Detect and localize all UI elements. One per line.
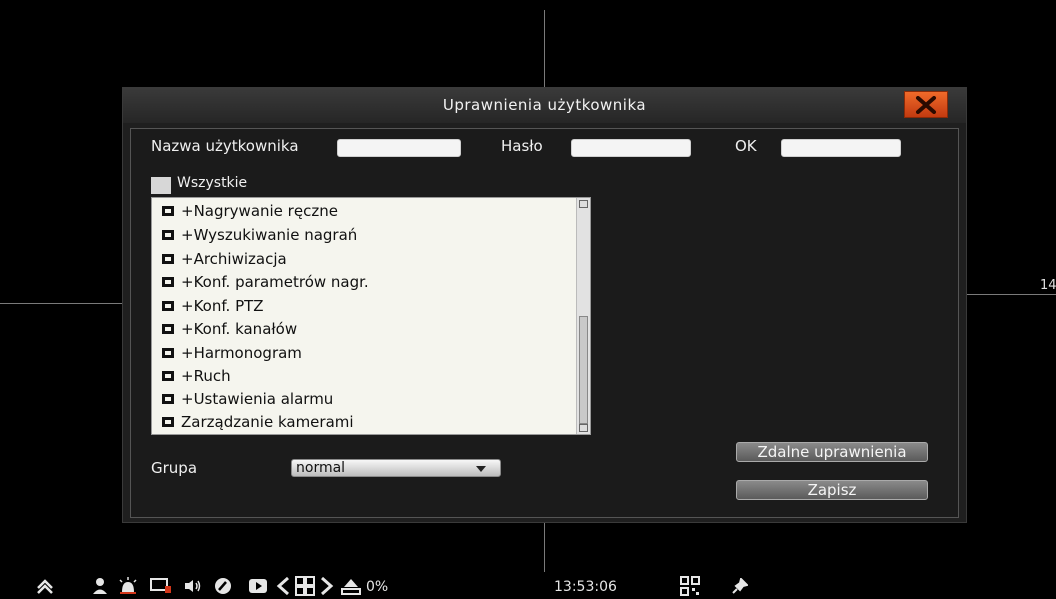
permission-label: +Harmonogram [181,344,302,362]
remote-permissions-button[interactable]: Zdalne uprawnienia [736,442,928,462]
group-select[interactable]: normal [291,459,501,477]
username-input[interactable] [337,139,461,157]
list-item[interactable]: +Ruch [162,367,231,385]
checkbox-icon[interactable] [162,348,174,358]
confirm-password-input[interactable] [781,139,901,157]
clock: 13:53:06 [554,579,617,595]
home-icon[interactable] [36,578,54,594]
permissions-list[interactable]: +Nagrywanie ręczne +Wyszukiwanie nagrań … [151,197,591,435]
confirm-label: OK [735,137,757,155]
checkbox-icon[interactable] [162,301,174,311]
permission-label: +Konf. parametrów nagr. [181,273,369,291]
checkbox-icon[interactable] [162,417,174,427]
close-icon [916,95,936,114]
user-permissions-dialog: Uprawnienia użytkownika Nazwa użytkownik… [122,87,967,523]
list-item[interactable]: +Konf. kanałów [162,320,297,338]
pin-icon[interactable] [732,578,748,594]
list-item[interactable]: +Nagrywanie ręczne [162,202,338,220]
list-item[interactable]: Zarządzanie kamerami [162,413,354,431]
scroll-thumb[interactable] [579,316,588,424]
close-button[interactable] [904,91,948,118]
password-label: Hasło [501,137,543,155]
checkbox-icon[interactable] [162,394,174,404]
volume-icon[interactable] [184,579,202,593]
pencil-icon[interactable] [214,577,232,595]
list-item[interactable]: +Harmonogram [162,344,302,362]
channel-label-14: 14 [1040,278,1056,293]
list-item[interactable]: +Wyszukiwanie nagrań [162,226,357,244]
permission-label: +Konf. kanałów [181,320,298,338]
select-all-checkbox[interactable] [151,177,171,194]
group-select-value: normal [296,460,346,476]
dialog-titlebar: Uprawnienia użytkownika [123,88,966,123]
checkbox-icon[interactable] [162,324,174,334]
checkbox-icon[interactable] [162,206,174,216]
select-all-label: Wszystkie [177,175,248,191]
alarm-icon[interactable] [118,577,138,595]
scroll-up-icon[interactable] [579,200,588,208]
chevron-down-icon [476,466,486,472]
qr-code-icon[interactable] [680,576,700,596]
checkbox-icon[interactable] [162,230,174,240]
permission-label: +Konf. PTZ [181,297,264,315]
list-scrollbar[interactable] [576,198,590,434]
disk-usage-percent: 0% [366,579,389,595]
permission-label: +Archiwizacja [181,250,287,268]
username-label: Nazwa użytkownika [151,137,299,155]
checkbox-icon[interactable] [162,277,174,287]
scroll-down-icon[interactable] [579,424,588,432]
layout-grid-icon[interactable] [295,576,315,596]
permission-label: +Ruch [181,367,231,385]
playback-icon[interactable] [248,578,268,594]
list-item[interactable]: +Archiwizacja [162,250,287,268]
taskbar: 0% 13:53:06 [0,572,1056,599]
prev-icon[interactable] [276,576,290,596]
password-input[interactable] [571,139,691,157]
dialog-body: Nazwa użytkownika Hasło OK Wszystkie +Na… [130,128,959,518]
grid-divider-left [0,303,130,304]
permission-label: +Nagrywanie ręczne [181,202,338,220]
permission-label: Zarządzanie kamerami [181,413,354,431]
eject-icon[interactable] [340,577,362,595]
save-button[interactable]: Zapisz [736,480,928,500]
user-icon[interactable] [92,577,108,595]
dialog-title: Uprawnienia użytkownika [442,96,647,114]
checkbox-icon[interactable] [162,254,174,264]
permission-label: +Ustawienia alarmu [181,390,334,408]
list-item[interactable]: +Konf. PTZ [162,297,264,315]
checkbox-icon[interactable] [162,371,174,381]
group-label: Grupa [151,459,198,477]
list-item[interactable]: +Konf. parametrów nagr. [162,273,369,291]
grid-divider-right [966,294,1056,295]
list-item[interactable]: +Ustawienia alarmu [162,390,333,408]
monitor-icon[interactable] [150,578,172,594]
permission-label: +Wyszukiwanie nagrań [181,226,358,244]
next-icon[interactable] [320,576,334,596]
